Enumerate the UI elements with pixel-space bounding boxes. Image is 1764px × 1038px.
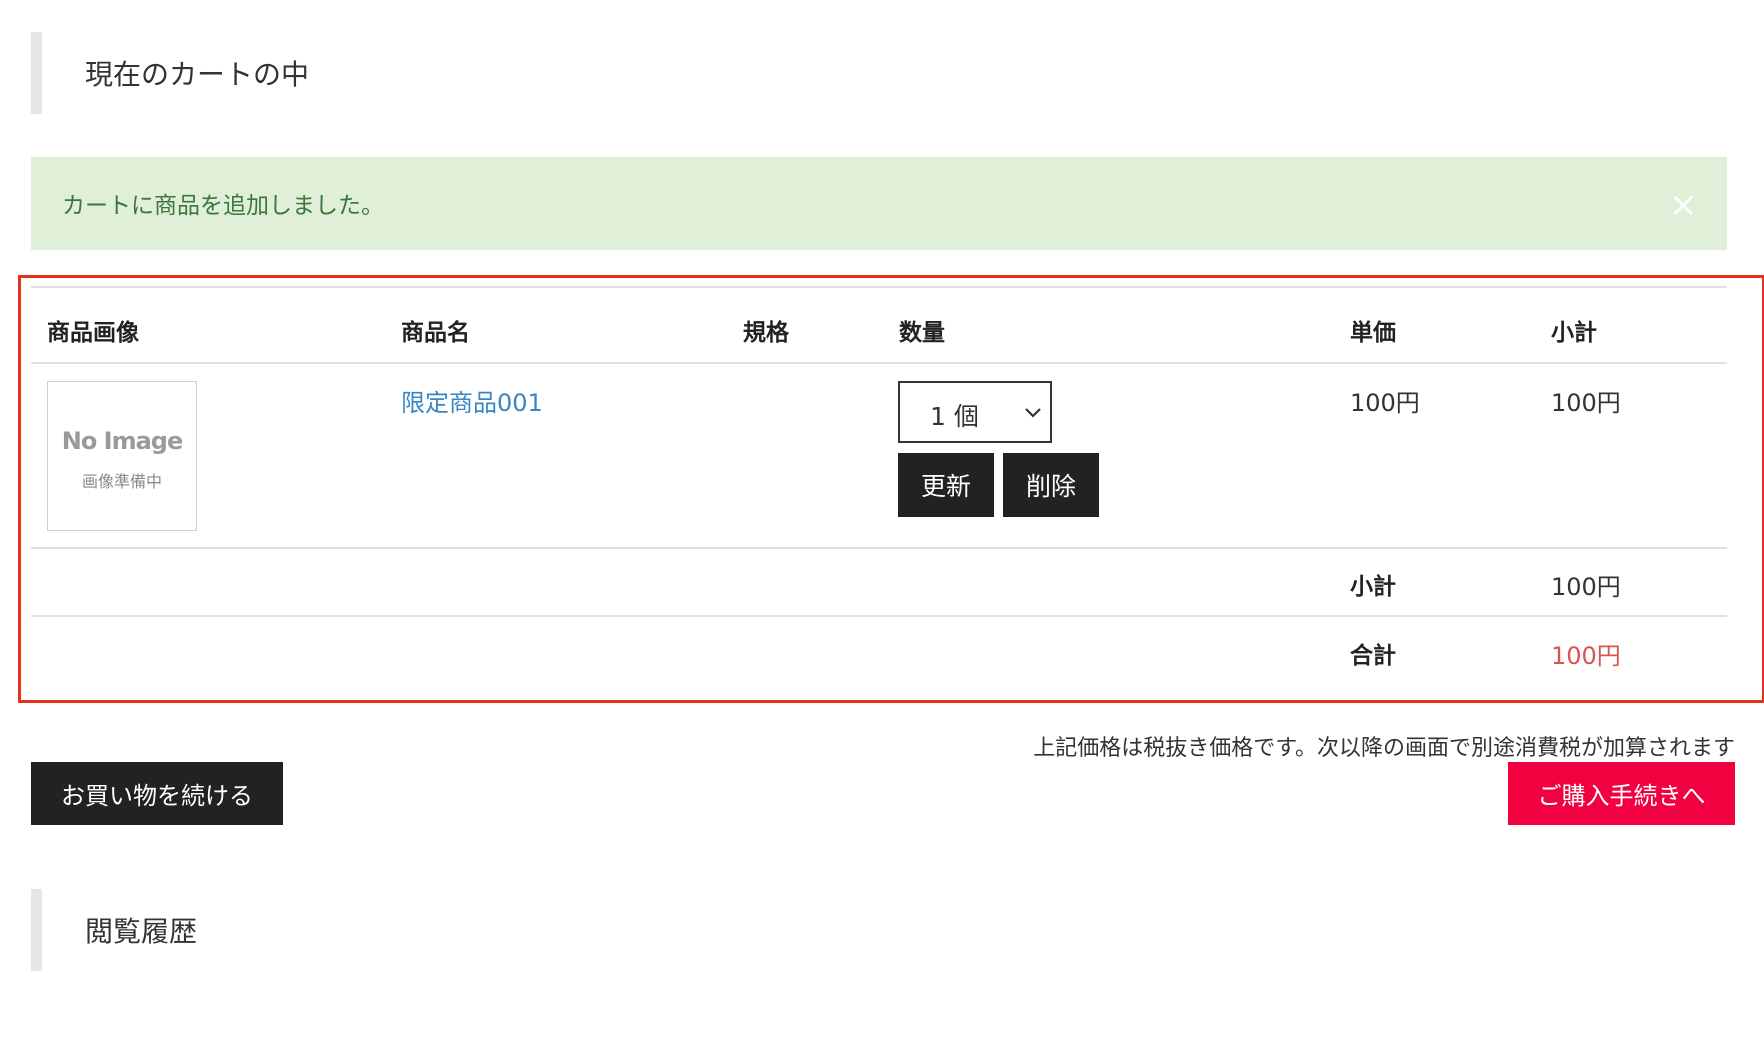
- tax-note: 上記価格は税抜き価格です。次以降の画面で別途消費税が加算されます: [1033, 736, 1735, 761]
- summary-divider: [31, 615, 1727, 617]
- subtotal-value: 100円: [1551, 573, 1621, 601]
- header-subtotal: 小計: [1551, 320, 1597, 346]
- history-heading: 閲覧履歴: [31, 889, 485, 971]
- success-alert: カートに商品を追加しました。 ×: [31, 157, 1727, 250]
- header-spec: 規格: [743, 320, 789, 346]
- no-image-label: No Image: [61, 427, 184, 455]
- table-top-border: [31, 286, 1727, 288]
- image-preparing-label: 画像準備中: [81, 472, 162, 491]
- continue-shopping-button[interactable]: お買い物を続ける: [31, 762, 283, 825]
- checkout-button[interactable]: ご購入手続きへ: [1508, 762, 1735, 825]
- cart-heading-text: 現在のカートの中: [85, 58, 310, 91]
- header-name: 商品名: [401, 320, 470, 346]
- quantity-value: 1 個: [930, 402, 979, 431]
- subtotal-label: 小計: [1350, 574, 1396, 600]
- header-unit-price: 単価: [1350, 320, 1396, 346]
- header-quantity: 数量: [899, 320, 945, 346]
- alert-message: カートに商品を追加しました。: [62, 193, 384, 219]
- unit-price-value: 100円: [1350, 389, 1420, 417]
- chevron-down-icon: [1025, 408, 1041, 418]
- close-icon[interactable]: ×: [1669, 188, 1698, 222]
- header-image: 商品画像: [47, 320, 139, 346]
- history-heading-text: 閲覧履歴: [85, 915, 198, 948]
- total-value: 100円: [1551, 642, 1621, 670]
- row-subtotal-value: 100円: [1551, 389, 1621, 417]
- header-divider: [31, 362, 1727, 364]
- cart-heading: 現在のカートの中: [31, 32, 485, 114]
- delete-button[interactable]: 削除: [1003, 453, 1099, 517]
- product-name-link[interactable]: 限定商品001: [401, 383, 543, 418]
- total-label: 合計: [1350, 643, 1396, 669]
- row-divider: [31, 547, 1727, 549]
- highlight-frame: [18, 275, 1764, 703]
- product-image: No Image 画像準備中: [47, 381, 197, 531]
- quantity-select[interactable]: 1 個: [898, 381, 1052, 443]
- update-button[interactable]: 更新: [898, 453, 994, 517]
